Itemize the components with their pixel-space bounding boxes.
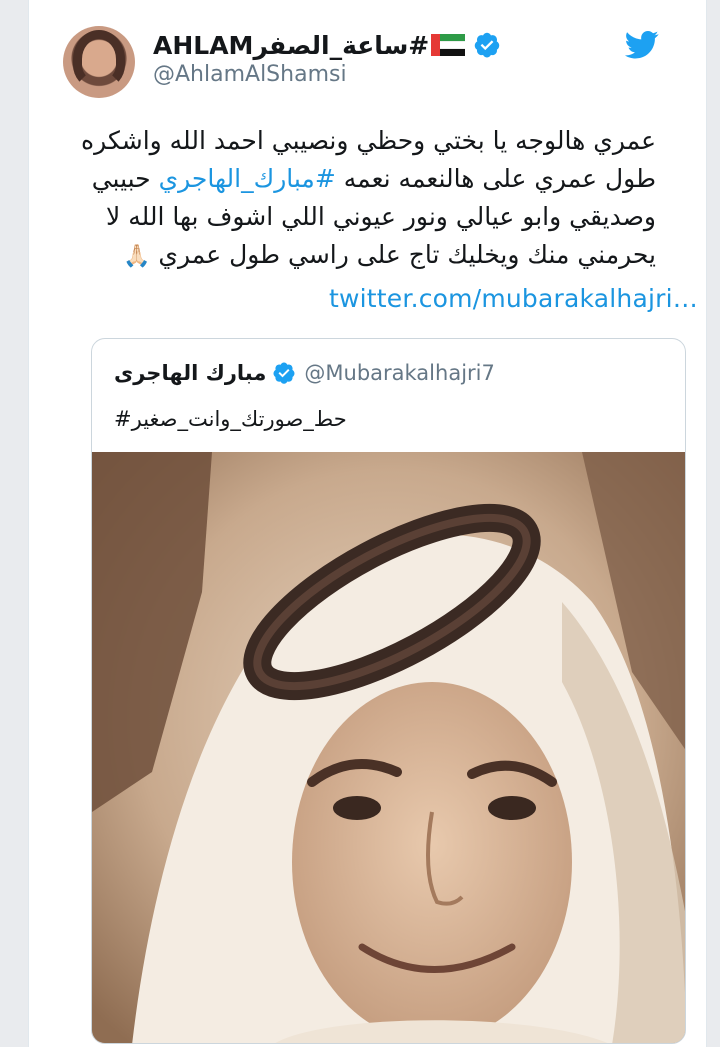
verified-badge-icon bbox=[273, 362, 295, 384]
twitter-bird-icon[interactable] bbox=[625, 30, 659, 60]
tweet-text-line: طول عمري على هالنعمه نعمه #مبارك_الهاجري… bbox=[56, 160, 656, 198]
tweet-text-line: يحرمني منك ويخليك تاج على راسي طول عمري … bbox=[56, 236, 656, 276]
author-name-row[interactable]: AHLAMساعة_الصفر# bbox=[153, 27, 501, 63]
avatar-hair bbox=[73, 30, 125, 88]
tweet-text-segment: يحرمني منك ويخليك تاج على راسي طول عمري bbox=[158, 240, 656, 269]
tweet-card: AHLAMساعة_الصفر# @AhlamAlShamsi عمري هال… bbox=[28, 0, 707, 1047]
tweet-text-line: عمري هالوجه يا بختي وحظي ونصيبي احمد الل… bbox=[81, 126, 656, 155]
verified-badge-icon bbox=[475, 32, 500, 58]
tweet-text-line: وصديقي وابو عيالي ونور عيوني اللي اشوف ب… bbox=[106, 202, 656, 231]
quoted-display-name[interactable]: مبارك الهاجرى bbox=[114, 361, 266, 385]
folded-hands-emoji: 🙏🏻 bbox=[123, 244, 151, 269]
quoted-tweet[interactable]: مبارك الهاجرى @Mubarakalhajri7 #حط_صورتك… bbox=[91, 338, 686, 1044]
uae-flag-icon bbox=[431, 34, 466, 56]
tweet-text-segment: حبيبي bbox=[91, 164, 159, 193]
quoted-handle[interactable]: @Mubarakalhajri7 bbox=[304, 361, 494, 385]
author-handle[interactable]: @AhlamAlShamsi bbox=[153, 62, 347, 87]
hashtag-link[interactable]: #مبارك_الهاجري bbox=[159, 164, 336, 193]
tweet-link[interactable]: twitter.com/mubarakalhajri… bbox=[329, 284, 698, 313]
tweet-body: عمري هالوجه يا بختي وحظي ونصيبي احمد الل… bbox=[56, 122, 656, 276]
tweet-text-segment: طول عمري على هالنعمه نعمه bbox=[335, 164, 656, 193]
quoted-photo[interactable] bbox=[92, 452, 685, 1043]
author-display-name[interactable]: AHLAMساعة_الصفر# bbox=[153, 31, 429, 60]
quoted-text: #حط_صورتك_وانت_صغير bbox=[114, 407, 347, 431]
boy-portrait-illustration bbox=[92, 452, 685, 1043]
author-avatar[interactable] bbox=[63, 26, 135, 98]
quoted-author-row[interactable]: مبارك الهاجرى @Mubarakalhajri7 bbox=[114, 361, 495, 385]
